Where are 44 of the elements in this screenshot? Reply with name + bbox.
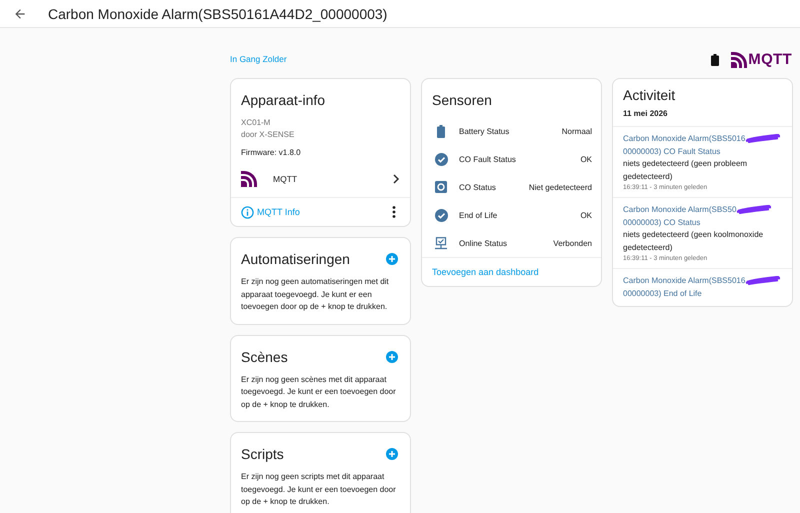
more-icon bbox=[392, 206, 396, 218]
card-title: Scripts bbox=[240, 445, 285, 464]
add-button[interactable] bbox=[386, 448, 398, 460]
back-arrow-icon bbox=[13, 6, 27, 20]
add-button[interactable] bbox=[386, 350, 398, 362]
sensor-row[interactable]: Battery Status Normaal bbox=[422, 117, 601, 145]
sensor-row[interactable]: CO Fault Status OK bbox=[422, 145, 601, 173]
broadcast-icon bbox=[731, 52, 748, 68]
entry-link[interactable]: Carbon Monoxide Alarm(SBS50 00000003) CO Status bbox=[623, 204, 782, 229]
check-circle-icon bbox=[434, 152, 448, 166]
add-button[interactable] bbox=[386, 253, 398, 265]
sensor-row[interactable]: Online Status Verbonden bbox=[422, 229, 601, 257]
square-icon bbox=[435, 181, 447, 193]
date-heading: 11 mei 2026 bbox=[613, 109, 792, 127]
info-icon bbox=[241, 206, 254, 218]
redaction-mark bbox=[745, 134, 782, 144]
redaction-mark bbox=[736, 205, 772, 214]
entry-link[interactable]: Carbon Monoxide Alarm(SBS5016 00000003) End of Life bbox=[623, 275, 782, 300]
empty-message: Er zijn nog geen scripts met dit apparaat toegevoegd. Je kunt er een toevoegen door op de + knop te drukken. bbox=[240, 471, 397, 508]
monitor-icon bbox=[435, 236, 447, 250]
sensor-row[interactable]: CO Status Niet gedetecteerd bbox=[422, 173, 601, 201]
page-title: Carbon Monoxide Alarm(SBS50161A44D2_00000003) bbox=[48, 6, 388, 22]
card-title: Apparaat-info bbox=[240, 91, 326, 110]
firmware-text: Firmware: v1.8.0 bbox=[240, 147, 302, 157]
chevron-icon bbox=[393, 174, 400, 184]
redaction-mark bbox=[745, 276, 782, 286]
card-title: Scènes bbox=[240, 348, 289, 366]
card-title: Activiteit bbox=[622, 86, 676, 105]
empty-message: Er zijn nog geen scènes met dit apparaat toegevoegd. Je kunt er een toevoegen door op de + knop te drukken. bbox=[240, 374, 397, 411]
battery-icon bbox=[437, 124, 445, 138]
manufacturer-text: door X-SENSE bbox=[240, 129, 296, 141]
card-title: Sensoren bbox=[431, 91, 493, 110]
entry-message: niets gedetecteerd (geen koolmonoxide gedetecteerd) bbox=[623, 229, 764, 254]
empty-message: Er zijn nog geen automatiseringen met dit apparaat toegevoegd. Je kunt er een toevoegen door op de + knop te drukken. bbox=[240, 276, 390, 313]
brand-logo: MQTT bbox=[748, 51, 792, 68]
check-circle-icon bbox=[434, 208, 448, 222]
model-text: XC01-M bbox=[240, 117, 272, 129]
entry-message: niets gedetecteerd (geen probleem gedetecteerd) bbox=[623, 158, 748, 183]
sensor-row[interactable]: End of Life OK bbox=[422, 201, 601, 229]
broadcast-icon bbox=[241, 171, 257, 187]
battery-icon bbox=[711, 54, 720, 66]
entry-link[interactable]: Carbon Monoxide Alarm(SBS5016 00000003) CO Fault Status bbox=[623, 133, 782, 158]
integration-row[interactable]: MQTT bbox=[231, 157, 410, 197]
card-title: Automatiseringen bbox=[240, 250, 351, 269]
